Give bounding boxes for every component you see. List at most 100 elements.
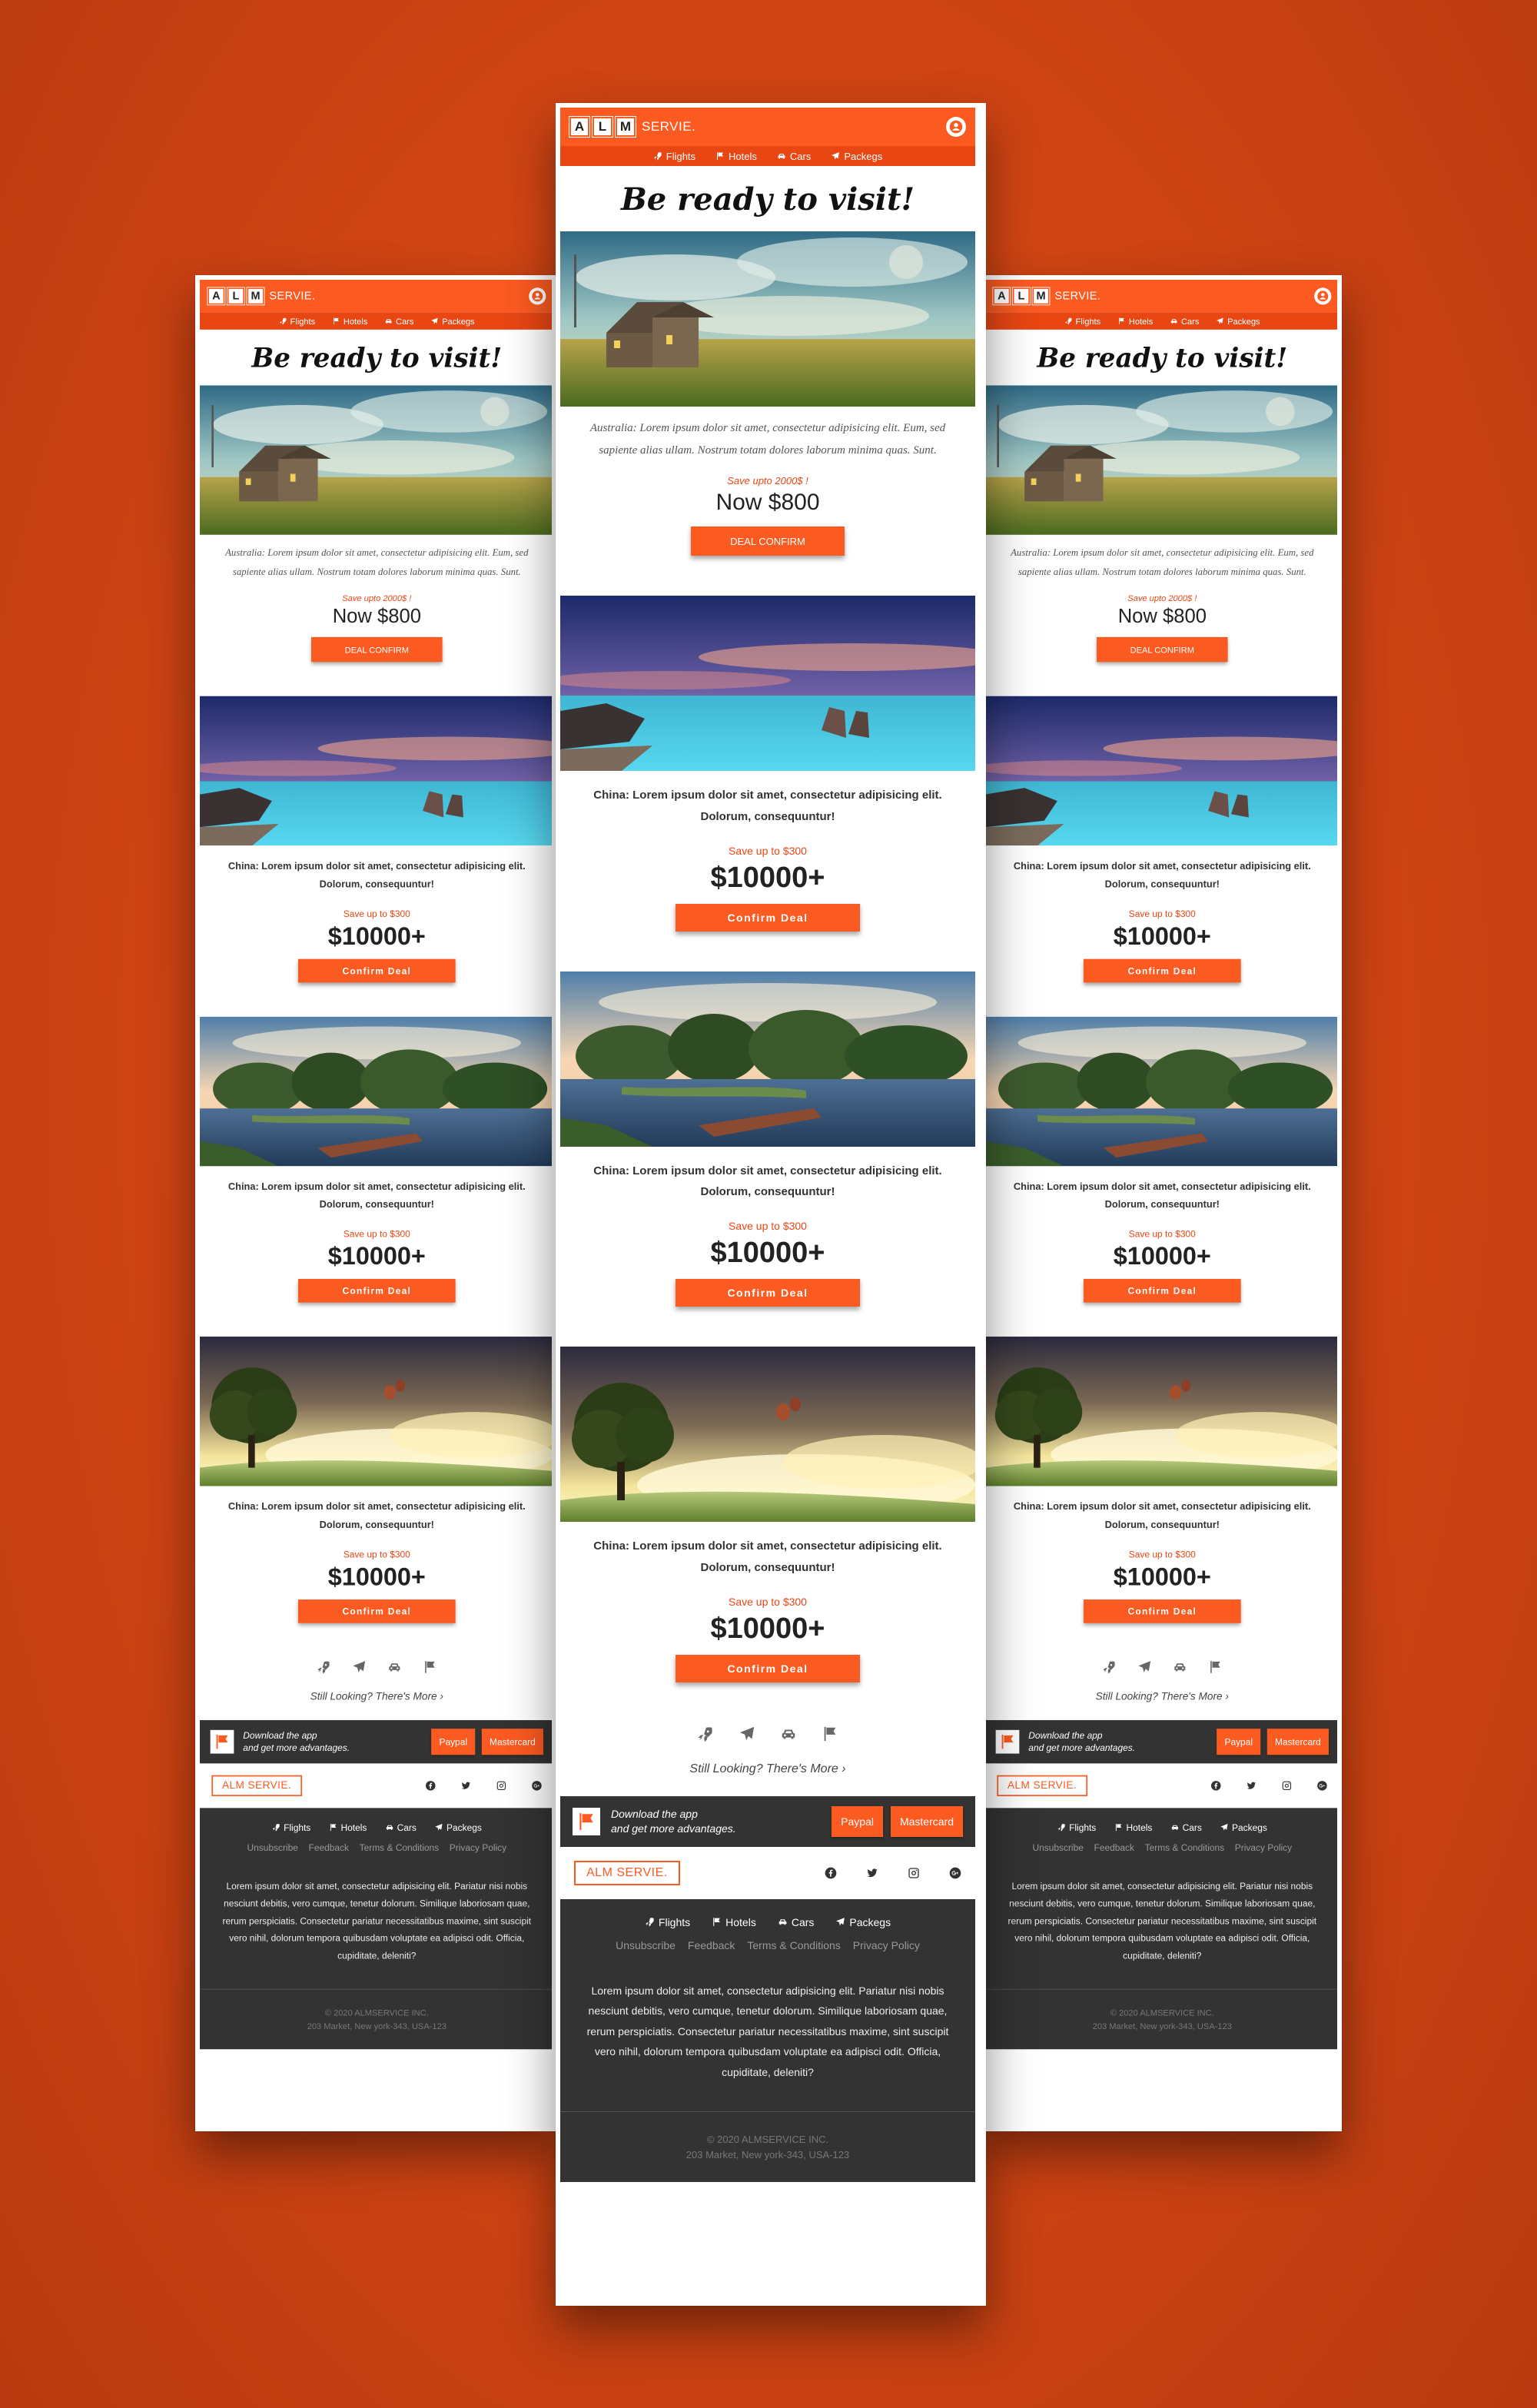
twitter-icon[interactable] <box>1246 1780 1256 1791</box>
paper-plane-icon[interactable] <box>739 1725 755 1742</box>
nav-item-hotels[interactable]: Hotels <box>1117 316 1153 326</box>
unsubscribe-link[interactable]: Unsubscribe <box>616 1939 676 1951</box>
nav-label: Flights <box>666 150 696 162</box>
terms-link[interactable]: Terms & Conditions <box>747 1939 840 1951</box>
paypal-button[interactable]: Paypal <box>431 1728 476 1755</box>
mastercard-button[interactable]: Mastercard <box>1266 1728 1329 1755</box>
mastercard-button[interactable]: Mastercard <box>890 1805 963 1837</box>
google-plus-icon[interactable] <box>1317 1780 1328 1791</box>
facebook-icon[interactable] <box>425 1780 436 1791</box>
nav-item-hotels[interactable]: Hotels <box>715 151 757 162</box>
footer-nav-cars[interactable]: Cars <box>385 1822 417 1832</box>
nav-item-cars[interactable]: Cars <box>1170 316 1199 326</box>
nav-item-packegs[interactable]: Packegs <box>431 316 475 326</box>
flag-icon[interactable] <box>423 1659 437 1674</box>
instagram-icon[interactable] <box>908 1867 920 1879</box>
feedback-link[interactable]: Feedback <box>688 1939 735 1951</box>
feedback-link[interactable]: Feedback <box>309 1842 349 1852</box>
nav-item-hotels[interactable]: Hotels <box>332 316 367 326</box>
confirm-deal-button[interactable]: Confirm Deal <box>297 1278 456 1303</box>
footer-nav-packegs[interactable]: Packegs <box>835 1916 891 1928</box>
google-plus-icon[interactable] <box>532 1780 543 1791</box>
deal-image-sea-rocks <box>560 596 975 771</box>
car-icon[interactable] <box>1173 1659 1187 1674</box>
confirm-deal-button[interactable]: Confirm Deal <box>1083 958 1241 982</box>
chevron-right-icon: › <box>440 1691 443 1702</box>
nav-item-flights[interactable]: Flights <box>1064 316 1100 326</box>
flag-icon <box>995 1729 1020 1754</box>
confirm-deal-button[interactable]: Confirm Deal <box>297 958 456 982</box>
terms-link[interactable]: Terms & Conditions <box>360 1842 440 1852</box>
feedback-link[interactable]: Feedback <box>1094 1842 1134 1852</box>
flag-icon[interactable] <box>1208 1659 1223 1674</box>
privacy-link[interactable]: Privacy Policy <box>853 1939 920 1951</box>
user-icon[interactable] <box>1314 287 1332 305</box>
nav-label: Hotels <box>343 316 368 327</box>
google-plus-icon[interactable] <box>949 1867 961 1879</box>
car-icon[interactable] <box>387 1659 402 1674</box>
nav-item-packegs[interactable]: Packegs <box>831 151 882 162</box>
footer-nav-hotels[interactable]: Hotels <box>329 1822 367 1832</box>
rocket-icon[interactable] <box>697 1725 714 1742</box>
nav-item-cars[interactable]: Cars <box>384 316 413 326</box>
footer-logo[interactable]: ALM SERVIE. <box>997 1775 1087 1796</box>
nav-label: Packegs <box>844 150 883 162</box>
confirm-deal-button[interactable]: Confirm Deal <box>676 903 860 932</box>
brand-logo[interactable]: A L M SERVIE. <box>207 287 315 306</box>
privacy-link[interactable]: Privacy Policy <box>450 1842 506 1852</box>
confirm-deal-button[interactable]: Confirm Deal <box>676 1279 860 1307</box>
footer-nav-hotels[interactable]: Hotels <box>712 1916 756 1928</box>
footer-logo[interactable]: ALM SERVIE. <box>574 1860 680 1885</box>
twitter-icon[interactable] <box>460 1780 471 1791</box>
footer-nav-cars[interactable]: Cars <box>1170 1822 1202 1832</box>
nav-item-cars[interactable]: Cars <box>777 151 811 162</box>
unsubscribe-link[interactable]: Unsubscribe <box>247 1842 297 1852</box>
still-looking-link[interactable]: Still Looking? There's More › <box>200 1691 552 1702</box>
footer-logo[interactable]: ALM SERVIE. <box>211 1775 302 1796</box>
app-promo: Download the app and get more advantages… <box>210 1729 350 1754</box>
user-icon[interactable] <box>946 117 966 137</box>
mastercard-button[interactable]: Mastercard <box>481 1728 543 1755</box>
privacy-link[interactable]: Privacy Policy <box>1235 1842 1292 1852</box>
footer-nav-cars[interactable]: Cars <box>778 1916 814 1928</box>
footer-nav-flights[interactable]: Flights <box>645 1916 690 1928</box>
brand-logo[interactable]: A L M SERVIE. <box>992 287 1100 306</box>
car-icon[interactable] <box>780 1725 797 1742</box>
confirm-deal-button[interactable]: Confirm Deal <box>297 1599 456 1623</box>
deal-confirm-button[interactable]: DEAL CONFIRM <box>691 526 845 556</box>
header-bar: A L M SERVIE. <box>560 108 975 146</box>
unsubscribe-link[interactable]: Unsubscribe <box>1032 1842 1083 1852</box>
rocket-icon[interactable] <box>1102 1659 1117 1674</box>
paypal-button[interactable]: Paypal <box>1217 1728 1261 1755</box>
deal-confirm-button[interactable]: DEAL CONFIRM <box>311 636 443 663</box>
confirm-deal-button[interactable]: Confirm Deal <box>1083 1278 1241 1303</box>
facebook-icon[interactable] <box>825 1867 837 1879</box>
paper-plane-icon[interactable] <box>352 1659 367 1674</box>
social-row: ALM SERVIE. <box>200 1763 554 1808</box>
terms-link[interactable]: Terms & Conditions <box>1145 1842 1225 1852</box>
nav-item-packegs[interactable]: Packegs <box>1217 316 1260 326</box>
paypal-button[interactable]: Paypal <box>832 1805 883 1837</box>
deal-country: China: <box>593 1164 629 1177</box>
nav-item-flights[interactable]: Flights <box>653 151 695 162</box>
confirm-deal-button[interactable]: Confirm Deal <box>1083 1599 1241 1623</box>
still-looking-link[interactable]: Still Looking? There's More › <box>985 1691 1337 1702</box>
brand-logo[interactable]: A L M SERVIE. <box>569 116 695 138</box>
nav-item-flights[interactable]: Flights <box>279 316 315 326</box>
footer-nav-flights[interactable]: Flights <box>1057 1822 1096 1832</box>
flag-icon[interactable] <box>822 1725 838 1742</box>
rocket-icon[interactable] <box>317 1659 331 1674</box>
paper-plane-icon[interactable] <box>1137 1659 1152 1674</box>
twitter-icon[interactable] <box>866 1867 878 1879</box>
footer-nav-packegs[interactable]: Packegs <box>435 1822 482 1832</box>
footer-nav-hotels[interactable]: Hotels <box>1114 1822 1152 1832</box>
facebook-icon[interactable] <box>1210 1780 1221 1791</box>
deal-confirm-button[interactable]: DEAL CONFIRM <box>1097 636 1228 663</box>
still-looking-link[interactable]: Still Looking? There's More › <box>560 1762 975 1776</box>
user-icon[interactable] <box>529 287 546 305</box>
instagram-icon[interactable] <box>1282 1780 1293 1791</box>
footer-nav-packegs[interactable]: Packegs <box>1220 1822 1267 1832</box>
confirm-deal-button[interactable]: Confirm Deal <box>676 1654 860 1682</box>
footer-nav-flights[interactable]: Flights <box>272 1822 310 1832</box>
instagram-icon[interactable] <box>496 1780 507 1791</box>
